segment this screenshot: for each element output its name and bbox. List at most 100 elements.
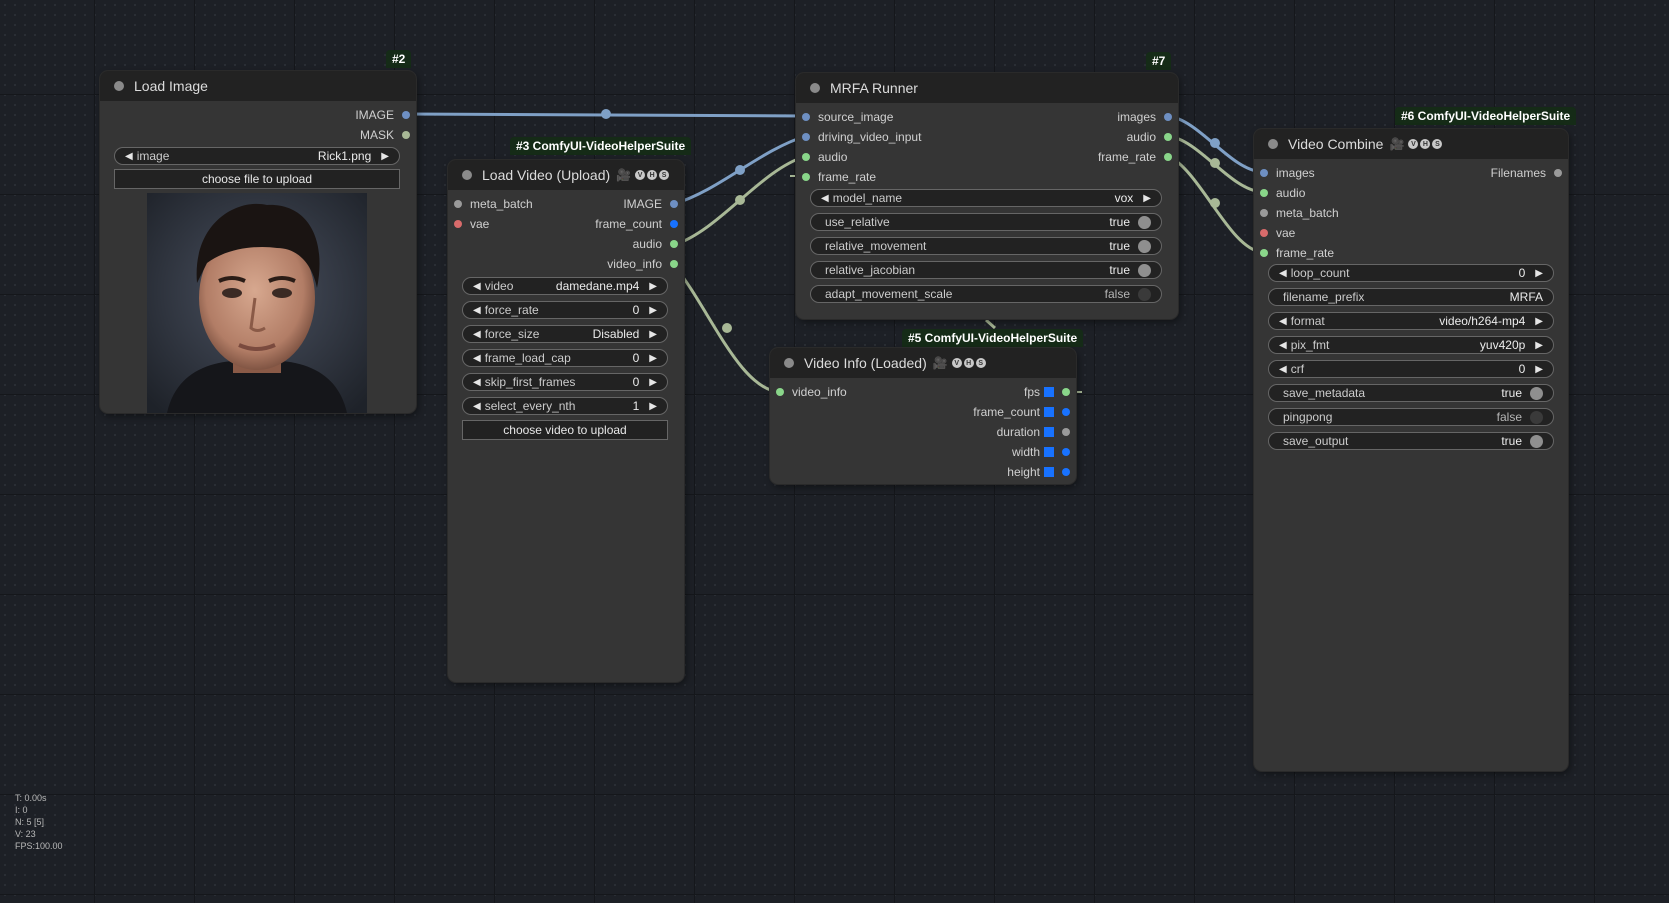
slot-dot-icon[interactable]	[1260, 189, 1268, 197]
save-metadata-toggle[interactable]: save_metadata true	[1268, 384, 1554, 402]
slot-dot-icon[interactable]	[1164, 153, 1172, 161]
force-rate-widget[interactable]: ◀ force_rate 0 ▶	[462, 301, 668, 319]
arrow-left-icon[interactable]: ◀	[473, 281, 481, 292]
save-output-toggle[interactable]: save_output true	[1268, 432, 1554, 450]
collapse-dot-icon[interactable]	[462, 170, 472, 180]
toggle-knob-icon[interactable]	[1138, 287, 1151, 301]
force-size-widget[interactable]: ◀ force_size Disabled ▶	[462, 325, 668, 343]
arrow-left-icon[interactable]: ◀	[821, 193, 829, 204]
model-name-widget[interactable]: ◀ model_name vox ▶	[810, 189, 1162, 207]
node-title-bar[interactable]: MRFA Runner	[796, 73, 1178, 103]
output-slot-images[interactable]: images	[1117, 110, 1172, 124]
arrow-right-icon[interactable]: ▶	[1535, 268, 1543, 279]
slot-dot-icon[interactable]	[670, 200, 678, 208]
collapse-dot-icon[interactable]	[810, 83, 820, 93]
input-slot-meta-batch[interactable]: meta_batch	[454, 197, 533, 211]
slot-dot-icon[interactable]	[802, 113, 810, 121]
node-title-bar[interactable]: Video Combine 🎥 V H S	[1254, 129, 1568, 159]
loop-count-widget[interactable]: ◀ loop_count 0 ▶	[1268, 264, 1554, 282]
slot-dot-icon[interactable]	[1260, 249, 1268, 257]
input-slot-vae[interactable]: vae	[1260, 226, 1295, 240]
arrow-left-icon[interactable]: ◀	[473, 377, 481, 388]
arrow-right-icon[interactable]: ▶	[649, 353, 657, 364]
slot-dot-icon[interactable]	[1164, 133, 1172, 141]
input-slot-audio[interactable]: audio	[802, 150, 847, 164]
input-slot-source-image[interactable]: source_image	[802, 110, 893, 124]
slot-dot-icon[interactable]	[402, 131, 410, 139]
input-slot-vae[interactable]: vae	[454, 217, 489, 231]
arrow-left-icon[interactable]: ◀	[473, 401, 481, 412]
slot-dot-icon[interactable]	[1062, 428, 1070, 436]
slot-dot-icon[interactable]	[670, 240, 678, 248]
slot-dot-icon[interactable]	[454, 220, 462, 228]
node-title-bar[interactable]: Load Image	[100, 71, 416, 101]
mrfa-runner-node[interactable]: MRFA Runner source_image driving_video_i…	[796, 73, 1178, 319]
collapse-dot-icon[interactable]	[1268, 139, 1278, 149]
input-slot-driving-video[interactable]: driving_video_input	[802, 130, 921, 144]
slot-dot-icon[interactable]	[1260, 209, 1268, 217]
frame-load-cap-widget[interactable]: ◀ frame_load_cap 0 ▶	[462, 349, 668, 367]
skip-first-frames-widget[interactable]: ◀ skip_first_frames 0 ▶	[462, 373, 668, 391]
filename-prefix-field[interactable]: filename_prefix MRFA	[1268, 288, 1554, 306]
arrow-left-icon[interactable]: ◀	[125, 151, 133, 162]
slot-dot-icon[interactable]	[670, 220, 678, 228]
format-combo-widget[interactable]: ◀ format video/h264-mp4 ▶	[1268, 312, 1554, 330]
arrow-left-icon[interactable]: ◀	[473, 353, 481, 364]
video-combine-node[interactable]: Video Combine 🎥 V H S images audio meta_bat…	[1254, 129, 1568, 771]
output-slot-image[interactable]: IMAGE	[355, 108, 410, 122]
slot-dot-icon[interactable]	[776, 388, 784, 396]
adapt-movement-scale-toggle[interactable]: adapt_movement_scale false	[810, 285, 1162, 303]
arrow-left-icon[interactable]: ◀	[1279, 364, 1287, 375]
video-info-node[interactable]: Video Info (Loaded) 🎥 V H S video_info fps …	[770, 348, 1076, 484]
slot-dot-icon[interactable]	[802, 173, 810, 181]
toggle-knob-icon[interactable]	[1138, 263, 1151, 277]
video-combo-widget[interactable]: ◀ video damedane.mp4 ▶	[462, 277, 668, 295]
load-video-node[interactable]: Load Video (Upload) 🎥 V H S meta_batch vae …	[448, 160, 684, 682]
use-relative-toggle[interactable]: use_relative true	[810, 213, 1162, 231]
pingpong-toggle[interactable]: pingpong false	[1268, 408, 1554, 426]
output-slot-image[interactable]: IMAGE	[623, 197, 678, 211]
toggle-knob-icon[interactable]	[1138, 215, 1151, 229]
slot-dot-icon[interactable]	[1062, 388, 1070, 396]
output-slot-frame-rate[interactable]: frame_rate	[1098, 150, 1172, 164]
output-slot-height[interactable]: height	[1007, 465, 1070, 479]
input-slot-audio[interactable]: audio	[1260, 186, 1305, 200]
slot-dot-icon[interactable]	[1062, 448, 1070, 456]
arrow-right-icon[interactable]: ▶	[1535, 316, 1543, 327]
input-slot-frame-rate[interactable]: frame_rate	[1260, 246, 1334, 260]
toggle-knob-icon[interactable]	[1530, 434, 1543, 448]
input-slot-images[interactable]: images	[1260, 166, 1315, 180]
arrow-right-icon[interactable]: ▶	[649, 377, 657, 388]
input-slot-video-info[interactable]: video_info	[776, 385, 847, 399]
slot-dot-icon[interactable]	[1062, 468, 1070, 476]
collapse-dot-icon[interactable]	[784, 358, 794, 368]
slot-dot-icon[interactable]	[670, 260, 678, 268]
output-slot-fps[interactable]: fps	[1024, 385, 1070, 399]
input-slot-meta-batch[interactable]: meta_batch	[1260, 206, 1339, 220]
image-combo-widget[interactable]: ◀ image Rick1.png ▶	[114, 147, 400, 165]
slot-dot-icon[interactable]	[1260, 229, 1268, 237]
arrow-right-icon[interactable]: ▶	[1535, 364, 1543, 375]
slot-dot-icon[interactable]	[1164, 113, 1172, 121]
relative-movement-toggle[interactable]: relative_movement true	[810, 237, 1162, 255]
pix-fmt-combo-widget[interactable]: ◀ pix_fmt yuv420p ▶	[1268, 336, 1554, 354]
slot-dot-icon[interactable]	[802, 133, 810, 141]
crf-widget[interactable]: ◀ crf 0 ▶	[1268, 360, 1554, 378]
slot-dot-icon[interactable]	[454, 200, 462, 208]
collapse-dot-icon[interactable]	[114, 81, 124, 91]
slot-dot-icon[interactable]	[802, 153, 810, 161]
arrow-right-icon[interactable]: ▶	[649, 401, 657, 412]
arrow-right-icon[interactable]: ▶	[649, 329, 657, 340]
output-slot-frame-count[interactable]: frame_count	[595, 217, 678, 231]
arrow-left-icon[interactable]: ◀	[1279, 268, 1287, 279]
node-title-bar[interactable]: Video Info (Loaded) 🎥 V H S	[770, 348, 1076, 378]
toggle-knob-icon[interactable]	[1530, 410, 1543, 424]
output-slot-audio[interactable]: audio	[1127, 130, 1172, 144]
slot-dot-icon[interactable]	[1554, 169, 1562, 177]
slot-dot-icon[interactable]	[402, 111, 410, 119]
output-slot-width[interactable]: width	[1012, 445, 1070, 459]
arrow-right-icon[interactable]: ▶	[649, 305, 657, 316]
arrow-right-icon[interactable]: ▶	[381, 151, 389, 162]
output-slot-duration[interactable]: duration	[997, 425, 1070, 439]
arrow-right-icon[interactable]: ▶	[1535, 340, 1543, 351]
